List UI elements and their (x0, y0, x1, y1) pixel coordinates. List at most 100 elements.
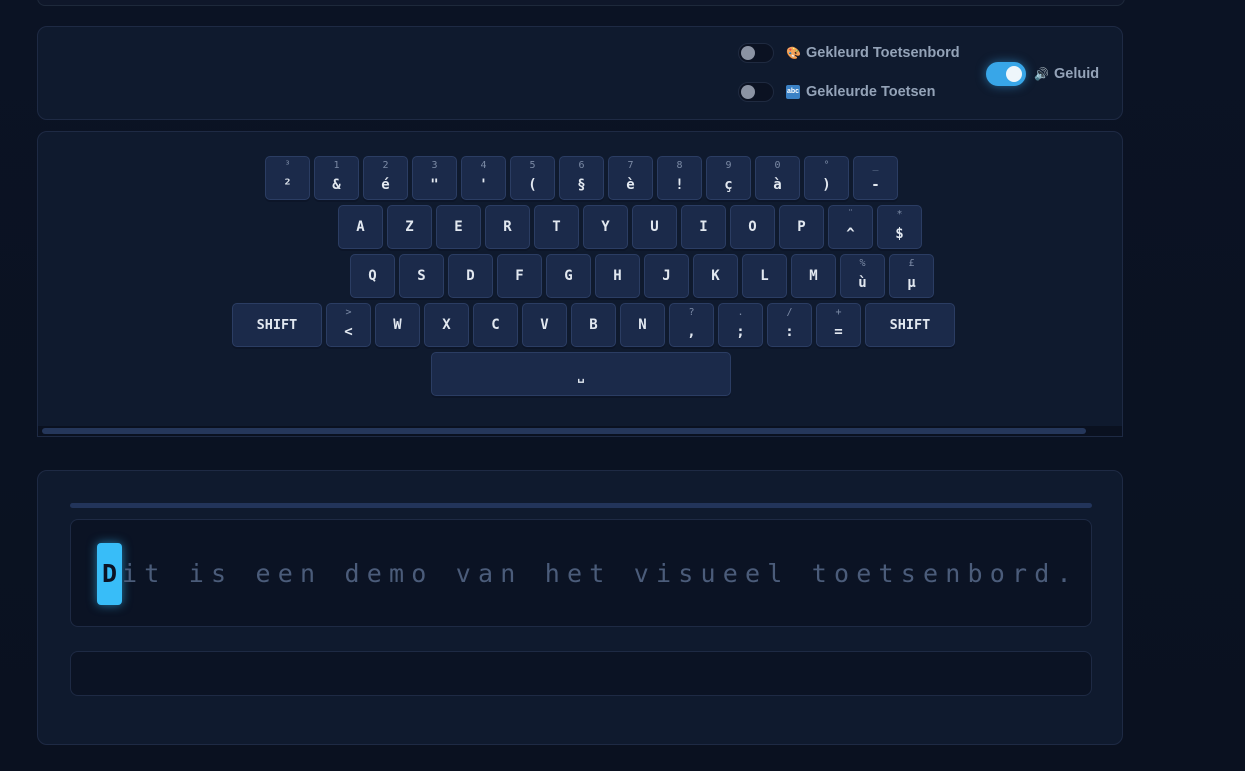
key-label: - (871, 177, 880, 193)
toggle-knob (741, 85, 755, 99)
key[interactable]: H (595, 254, 640, 298)
key-label: S (417, 268, 426, 284)
key-label: U (650, 219, 659, 235)
key[interactable]: ³² (265, 156, 310, 200)
sound-label: Geluid (1054, 66, 1100, 82)
key-label: ; (736, 324, 745, 340)
key[interactable]: B (571, 303, 616, 347)
key-label: K (711, 268, 720, 284)
key[interactable]: .; (718, 303, 763, 347)
key[interactable]: K (693, 254, 738, 298)
key[interactable]: Q (350, 254, 395, 298)
key[interactable]: + = (816, 303, 861, 347)
key[interactable]: % ù (840, 254, 885, 298)
key[interactable]: 6 § (559, 156, 604, 200)
sound-setting: 🔊 Geluid (986, 62, 1099, 86)
key-label: W (393, 317, 402, 333)
key[interactable]: 1 & (314, 156, 359, 200)
key[interactable]: L (742, 254, 787, 298)
key-label: à (773, 177, 782, 193)
page: 🎨 Gekleurd Toetsenbord abc Gekleurde Toe… (0, 0, 1245, 771)
colored-keys-setting: abc Gekleurde Toetsen (738, 82, 935, 102)
key[interactable]: X (424, 303, 469, 347)
key[interactable]: G (546, 254, 591, 298)
key[interactable]: I (681, 205, 726, 249)
key-label: P (797, 219, 806, 235)
key-label: µ (907, 275, 916, 291)
key-secondary-label: ³ (284, 160, 291, 171)
key[interactable]: S (399, 254, 444, 298)
key-label: G (564, 268, 573, 284)
colored-keys-toggle[interactable] (738, 82, 774, 102)
key[interactable]: £ µ (889, 254, 934, 298)
key[interactable]: M (791, 254, 836, 298)
key-label: Y (601, 219, 610, 235)
key-label: ^ (846, 226, 855, 242)
key[interactable]: Z (387, 205, 432, 249)
key[interactable]: > < (326, 303, 371, 347)
key-shift[interactable]: SHIFT (865, 303, 955, 347)
key-secondary-label: * (896, 209, 903, 220)
key[interactable]: A (338, 205, 383, 249)
typing-input[interactable] (70, 651, 1092, 696)
key-label: A (356, 219, 365, 235)
key-label: SHIFT (256, 317, 298, 333)
sound-toggle[interactable] (986, 62, 1026, 86)
key-space[interactable]: ␣ (431, 352, 731, 396)
colored-keyboard-label-wrap: 🎨 Gekleurd Toetsenbord (786, 45, 960, 61)
key-label: H (613, 268, 622, 284)
key[interactable]: * $ (877, 205, 922, 249)
key[interactable]: 2é (363, 156, 408, 200)
abc-icon: abc (786, 85, 800, 99)
key-label: SHIFT (889, 317, 931, 333)
key-secondary-label: 8 (676, 160, 683, 171)
key[interactable]: 0à (755, 156, 800, 200)
key[interactable]: R (485, 205, 530, 249)
colored-keyboard-toggle[interactable] (738, 43, 774, 63)
key-label: F (515, 268, 524, 284)
key[interactable]: 3 " (412, 156, 457, 200)
key[interactable]: E (436, 205, 481, 249)
key[interactable]: F (497, 254, 542, 298)
key[interactable]: Y (583, 205, 628, 249)
key-label: V (540, 317, 549, 333)
key[interactable]: P (779, 205, 824, 249)
key-label: , (687, 324, 696, 340)
key[interactable]: ¨ ^ (828, 205, 873, 249)
key[interactable]: 7è (608, 156, 653, 200)
key-label: J (662, 268, 671, 284)
key-label: I (699, 219, 708, 235)
key[interactable]: ?, (669, 303, 714, 347)
key[interactable]: 4 ' (461, 156, 506, 200)
keyboard-panel: ³ ² 1 & 2 é 3 " 4 ' 5(6 § 7 è 8! 9 ç 0 à °) _ - A Z E R T Y U I O P ¨ ^ * $… (37, 131, 1123, 437)
key[interactable]: °) (804, 156, 849, 200)
key[interactable]: 9ç (706, 156, 751, 200)
scrollbar-thumb[interactable] (42, 428, 1086, 434)
key-shift[interactable]: SHIFT (232, 303, 322, 347)
key-label: Q (368, 268, 377, 284)
key[interactable]: 8! (657, 156, 702, 200)
key-secondary-label: / (786, 307, 793, 318)
key[interactable]: C (473, 303, 518, 347)
colored-keyboard-setting: 🎨 Gekleurd Toetsenbord (738, 43, 960, 63)
key-secondary-label: ° (823, 160, 830, 171)
horizontal-scrollbar[interactable] (38, 426, 1122, 436)
key-label: = (834, 324, 843, 340)
key[interactable]: 5( (510, 156, 555, 200)
key[interactable]: V (522, 303, 567, 347)
key[interactable]: D (448, 254, 493, 298)
key[interactable]: J (644, 254, 689, 298)
key[interactable]: U (632, 205, 677, 249)
key-secondary-label: 4 (480, 160, 487, 171)
key[interactable]: W (375, 303, 420, 347)
key[interactable]: O (730, 205, 775, 249)
key[interactable]: _ - (853, 156, 898, 200)
key[interactable]: /: (767, 303, 812, 347)
key[interactable]: N (620, 303, 665, 347)
key-secondary-label: 9 (725, 160, 732, 171)
key-label: E (454, 219, 463, 235)
sound-label-wrap: 🔊 Geluid (1034, 66, 1099, 82)
speaker-icon: 🔊 (1034, 67, 1049, 81)
key-secondary-label: 5 (529, 160, 536, 171)
key[interactable]: T (534, 205, 579, 249)
